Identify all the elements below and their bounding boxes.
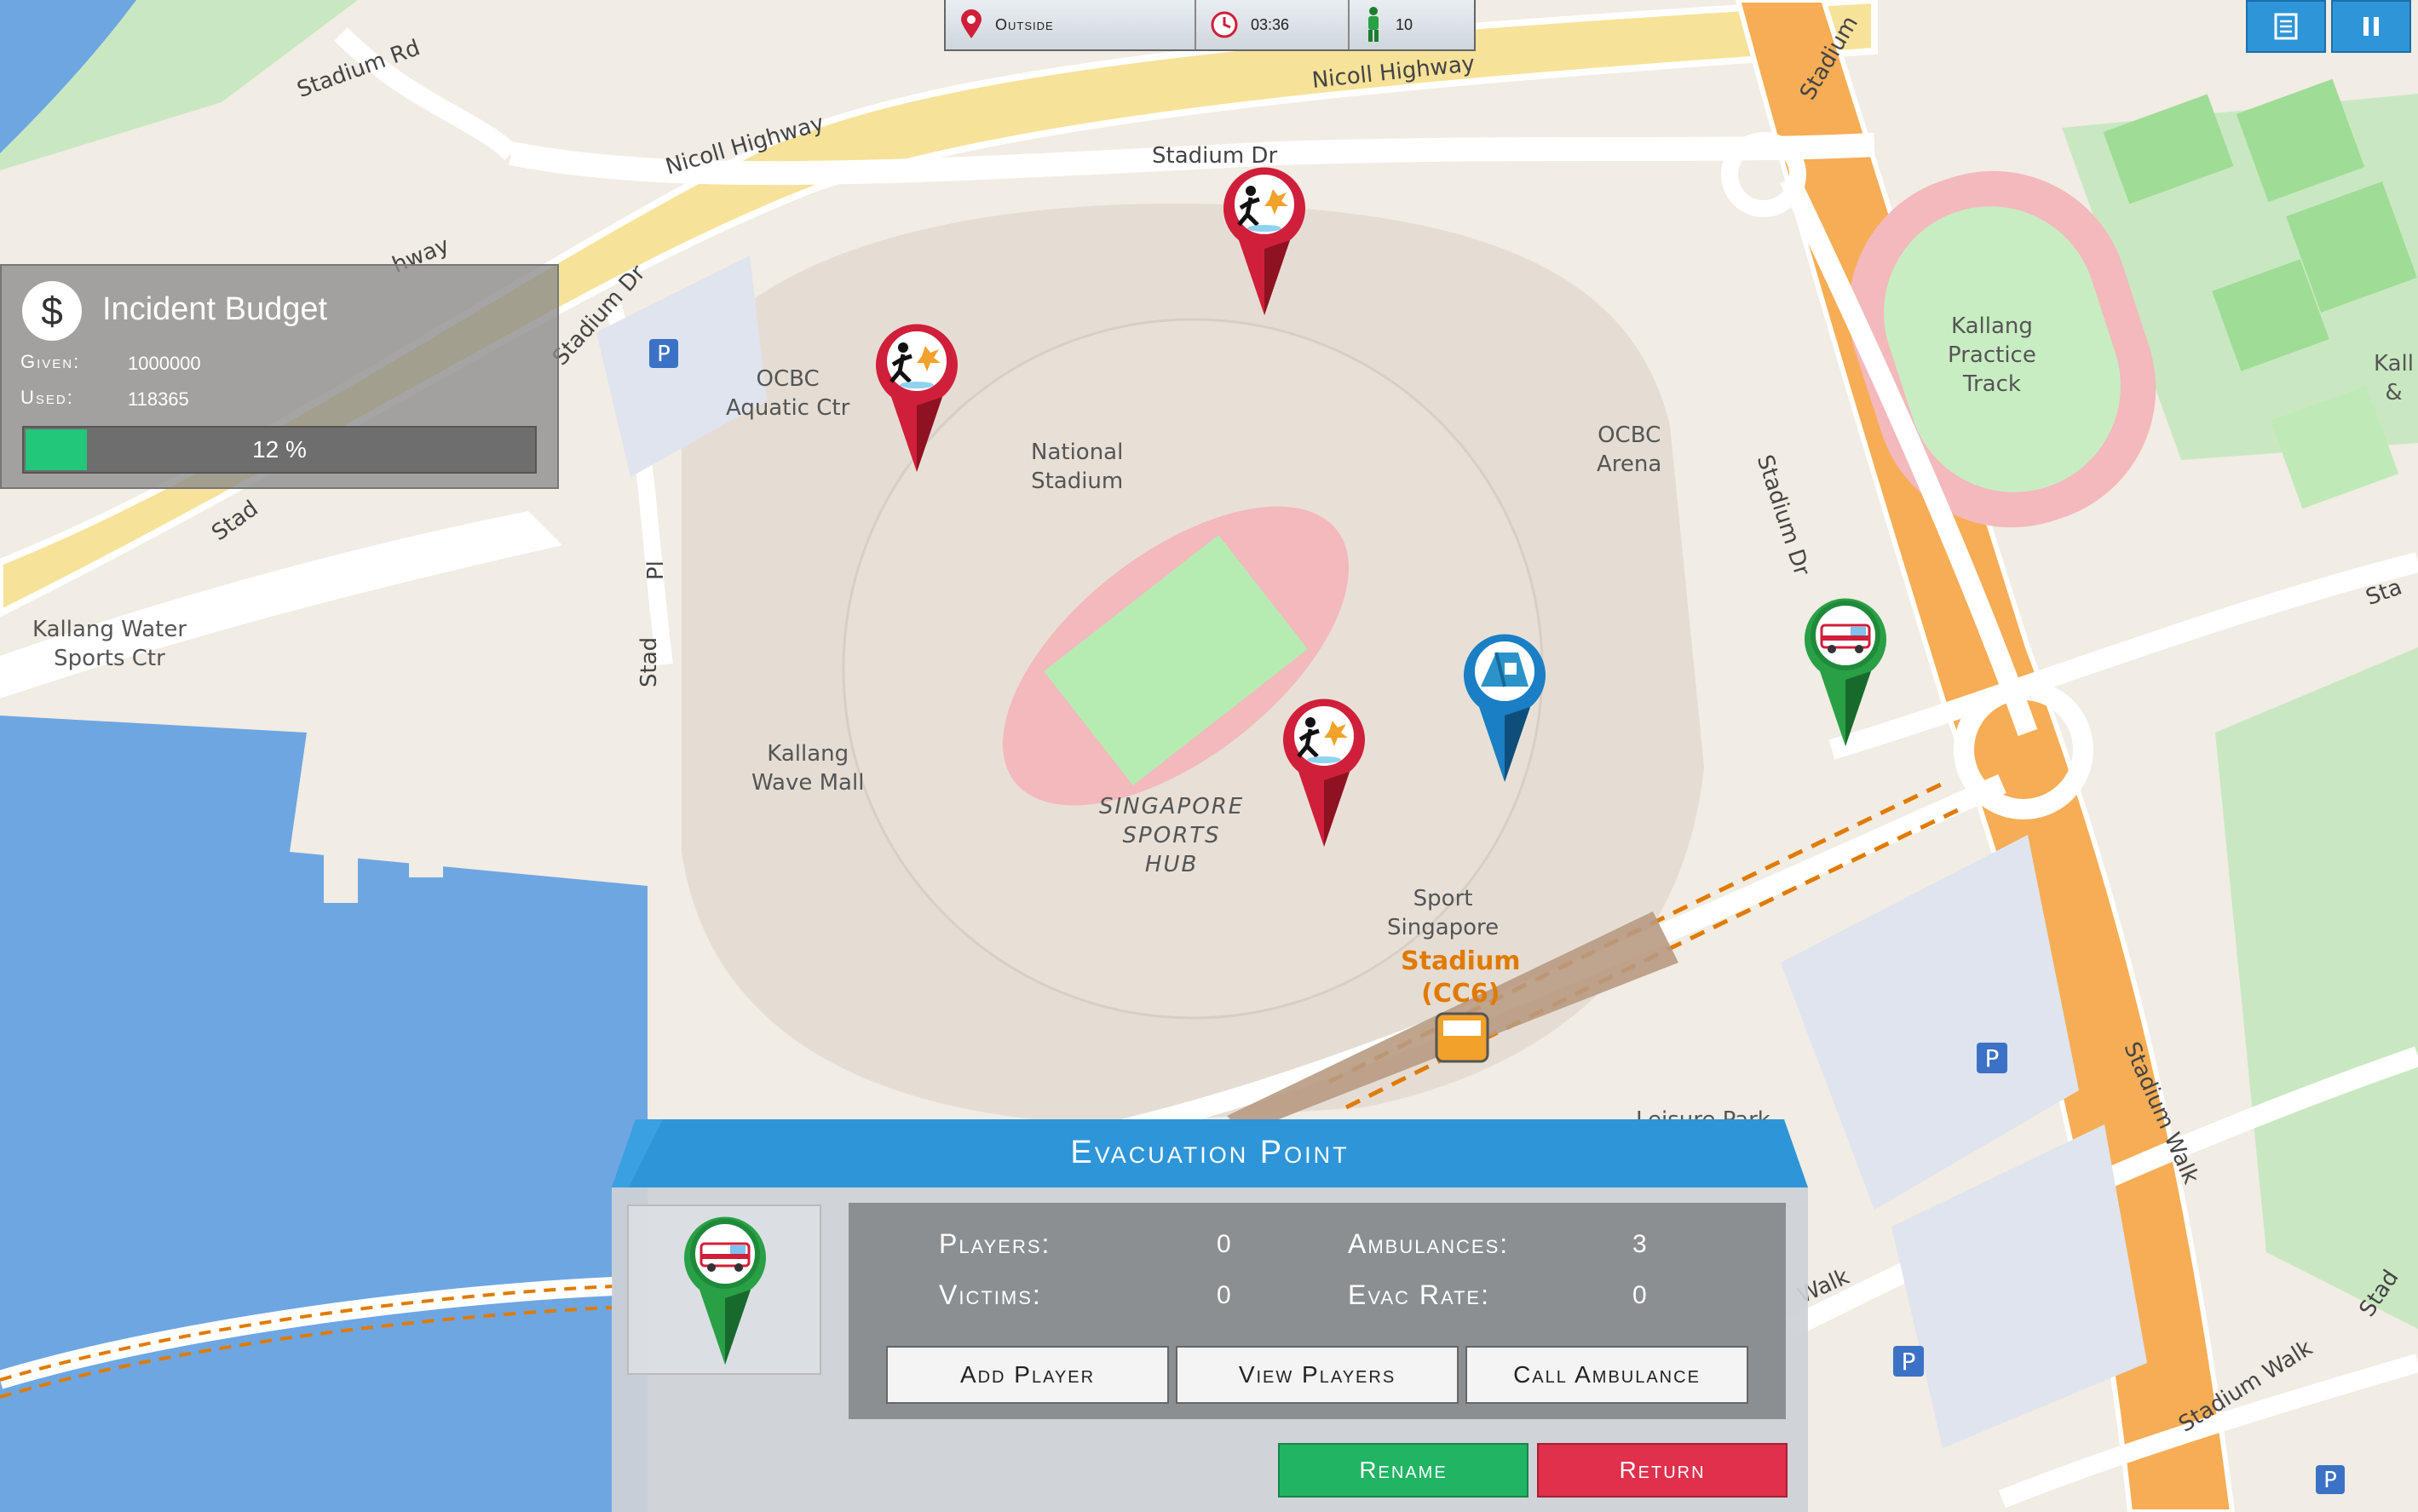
evac-rate-value: 0 [1632,1281,1647,1309]
ambulances-label: Ambulances: [1348,1228,1510,1259]
svg-text:P: P [1985,1044,2000,1072]
pause-button[interactable] [2331,0,2411,53]
evacuation-stats: Players: 0 Ambulances: 3 Victims: 0 Evac… [849,1203,1786,1419]
view-players-button[interactable]: View Players [1176,1346,1459,1404]
call-ambulance-button[interactable]: Call Ambulance [1465,1346,1748,1404]
place-label-singapore-sports-hub: SINGAPORE SPORTS HUB [1099,794,1245,877]
panel-title: Evacuation Point [1070,1135,1350,1170]
road-label-pl: Pl [643,561,669,580]
evacuation-thumbnail [627,1204,821,1375]
svg-text:P: P [657,342,671,367]
medical-tent-pin[interactable] [1462,630,1547,789]
log-button[interactable] [2246,0,2326,53]
place-label-ocbc-arena: OCBC Arena [1597,423,1662,477]
place-label-stadium-station: Stadium (CC6) [1401,946,1521,1009]
place-label-kallang-wave-mall: Kallang Wave Mall [751,741,865,796]
budget-title: Incident Budget [102,291,328,327]
place-label-kallang-edge: Kall & [2374,351,2414,405]
incident-pin[interactable] [1222,164,1307,322]
evacuation-point-pin[interactable] [1803,595,1888,753]
place-label-national-stadium: National Stadium [1031,440,1124,494]
location-status: Outside [946,0,1196,49]
players-count-text: 10 [1396,15,1413,33]
dollar-icon: $ [22,281,82,341]
player-figure-icon [1368,7,1379,42]
place-label-ocbc-aquatic: OCBC Aquatic Ctr [726,366,850,421]
notes-icon [2274,13,2298,40]
status-bar: Outside 03:36 10 [944,0,1476,51]
used-value: 118365 [128,388,189,410]
place-label-sport-singapore: Sport Singapore [1387,886,1500,940]
location-text: Outside [995,15,1054,33]
players-value: 0 [1217,1230,1231,1258]
timer-text: 03:36 [1251,15,1290,33]
timer-status: 03:36 [1196,0,1350,49]
victims-label: Victims: [939,1279,1042,1310]
players-status: 10 [1350,0,1474,49]
add-player-button[interactable]: Add Player [886,1346,1169,1404]
place-label-kallang-water-sports: Kallang Water Sports Ctr [32,617,187,671]
place-label-kallang-practice-track: Kallang Practice Track [1948,313,2036,397]
players-label: Players: [939,1228,1051,1259]
ambulance-pin-icon [684,1216,766,1365]
used-label: Used: [20,387,74,408]
rename-button[interactable]: Rename [1278,1443,1529,1498]
road-label-stad-mid: Stad [636,636,662,687]
incident-budget-panel: $ Incident Budget Given: 1000000 Used: 1… [0,264,559,489]
given-value: 1000000 [128,353,201,374]
location-pin-icon [961,9,982,38]
svg-text:P: P [1902,1348,1916,1376]
panel-body: Players: 0 Ambulances: 3 Victims: 0 Evac… [612,1187,1808,1512]
budget-progress-bar: 12 % [22,426,537,474]
incident-pin[interactable] [874,320,959,479]
given-label: Given: [20,351,81,372]
ambulances-value: 3 [1632,1230,1647,1258]
evacuation-point-panel: Evacuation Point Players: 0 Ambulances: … [612,1119,1808,1512]
svg-text:P: P [2323,1468,2337,1493]
incident-pin[interactable] [1281,695,1367,854]
pause-icon [2363,17,2379,36]
return-button[interactable]: Return [1537,1443,1788,1498]
clock-icon [1211,11,1238,38]
evac-rate-label: Evac Rate: [1348,1279,1490,1310]
budget-progress-text: 12 % [252,436,307,463]
victims-value: 0 [1217,1281,1231,1309]
